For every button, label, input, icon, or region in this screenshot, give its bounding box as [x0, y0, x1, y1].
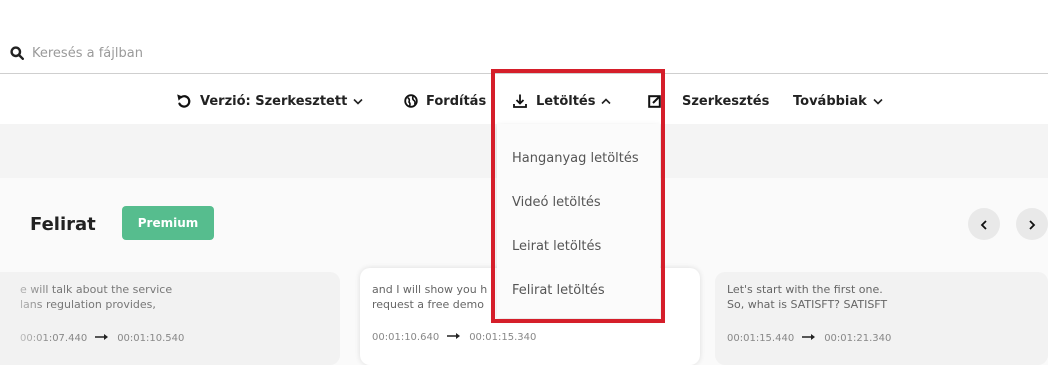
search-bar — [0, 34, 1048, 74]
menu-item-video-download[interactable]: Videó letöltés — [512, 195, 601, 210]
premium-badge[interactable]: Premium — [122, 206, 214, 240]
download-dropdown[interactable]: Letöltés — [512, 90, 612, 112]
edit-button[interactable]: Szerkesztés — [682, 90, 769, 112]
chevron-down-icon — [353, 98, 363, 105]
end-time: 00:01:10.540 — [117, 333, 185, 344]
more-label: Továbbiak — [793, 93, 867, 109]
translate-label: Fordítás — [426, 93, 487, 109]
menu-item-audio-download[interactable]: Hanganyag letöltés — [512, 151, 639, 166]
editor-toolbar: Verzió: Szerkesztett Fordítás Letöltés S… — [0, 76, 1048, 124]
card-timecode: 00:01:15.440 00:01:21.340 — [727, 333, 891, 344]
globe-icon — [404, 94, 418, 108]
download-menu: Hanganyag letöltés Videó letöltés Leirat… — [497, 124, 660, 318]
card-timecode: 00:01:10.640 00:01:15.340 — [372, 332, 536, 343]
more-dropdown[interactable]: Továbbiak — [793, 90, 883, 112]
card-line: Let's start with the first one. — [727, 283, 883, 296]
version-label: Verzió: Szerkesztett — [200, 93, 348, 109]
edit-icon-button[interactable] — [648, 90, 662, 112]
arrow-right-icon — [802, 333, 816, 344]
next-button[interactable] — [1016, 208, 1048, 240]
download-icon — [512, 93, 528, 109]
undo-icon — [176, 93, 192, 109]
translate-button[interactable]: Fordítás — [404, 90, 486, 112]
edit-icon — [648, 94, 662, 108]
subtitle-card[interactable]: e will talk about the service lans regul… — [0, 272, 340, 365]
subtitle-card[interactable]: Let's start with the first one. So, what… — [715, 272, 1048, 365]
chevron-down-icon — [873, 98, 883, 105]
previous-button[interactable] — [968, 208, 1000, 240]
end-time: 00:01:15.340 — [469, 332, 537, 343]
search-icon — [10, 45, 25, 61]
card-line: and I will show you h — [372, 283, 488, 296]
chevron-right-icon — [1028, 215, 1036, 234]
menu-item-transcript-download[interactable]: Leirat letöltés — [512, 239, 601, 254]
end-time: 00:01:21.340 — [824, 333, 892, 344]
chevron-up-icon — [601, 97, 612, 105]
card-text: Let's start with the first one. So, what… — [727, 282, 887, 312]
section-title: Felirat — [30, 214, 96, 235]
chevron-left-icon — [980, 215, 988, 234]
search-input[interactable] — [32, 42, 432, 64]
edit-label: Szerkesztés — [682, 93, 770, 109]
start-time: 00:01:10.640 — [372, 332, 440, 343]
arrow-right-icon — [447, 332, 461, 343]
start-time: 00:01:15.440 — [727, 333, 795, 344]
version-dropdown[interactable]: Verzió: Szerkesztett — [176, 90, 363, 112]
card-line: request a free demo — [372, 298, 484, 311]
fade-overlay — [0, 272, 50, 365]
card-line: So, what is SATISFT? SATISFT — [727, 298, 888, 311]
menu-item-subtitle-download[interactable]: Felirat letöltés — [512, 283, 605, 298]
arrow-right-icon — [95, 333, 109, 344]
download-label: Letöltés — [536, 93, 596, 109]
card-text: and I will show you h request a free dem… — [372, 282, 487, 312]
